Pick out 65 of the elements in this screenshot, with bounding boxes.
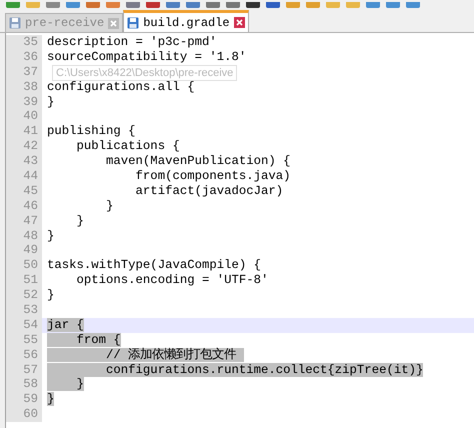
code-line: } (47, 94, 54, 109)
line-number: 43 (6, 154, 42, 170)
toolbar-icon[interactable] (226, 2, 240, 8)
code-line: } (47, 228, 54, 243)
code-line: tasks.withType(JavaCompile) { (47, 258, 262, 272)
toolbar-icon[interactable] (306, 2, 320, 8)
code-line: } (76, 214, 84, 228)
close-icon[interactable] (234, 17, 245, 28)
line-number: 56 (6, 348, 42, 363)
toolbar-icon[interactable] (86, 2, 100, 8)
toolbar-icon[interactable] (166, 2, 180, 8)
line-number: 45 (6, 184, 42, 199)
line-number: 49 (6, 243, 42, 258)
code-line: sourceCompatibility = '1.8' (47, 50, 246, 64)
toolbar-icon[interactable] (386, 2, 400, 8)
line-number: 60 (6, 407, 42, 422)
toolbar-icon[interactable] (126, 2, 140, 8)
line-number: 51 (6, 273, 42, 288)
line-number: 47 (6, 214, 42, 229)
code-line: configurations.all { (47, 80, 195, 94)
line-number: 37 (6, 64, 42, 80)
code-line: publishing { (47, 124, 136, 138)
line-number: 36 (6, 50, 42, 65)
toolbar-icon[interactable] (286, 2, 300, 8)
toolbar-icon[interactable] (266, 2, 280, 8)
toolbar-icon[interactable] (346, 2, 360, 8)
toolbar-icon[interactable] (206, 2, 220, 8)
path-tooltip: C:\Users\x8422\Desktop\pre-receive (52, 65, 238, 81)
toolbar-icon[interactable] (146, 2, 160, 8)
line-number: 39 (6, 94, 42, 110)
code-line: from(components.java) (134, 169, 291, 184)
toolbar-icon[interactable] (6, 2, 20, 8)
line-number: 55 (6, 332, 42, 348)
toolbar-icon[interactable] (106, 2, 120, 8)
code-line: artifact(javadocJar) (134, 184, 284, 198)
toolbar-icon[interactable] (46, 2, 60, 8)
line-number: 42 (6, 139, 42, 154)
line-number: 53 (6, 303, 42, 318)
code-line: } (105, 198, 114, 213)
line-number: 50 (6, 258, 42, 274)
toolbar-icon[interactable] (186, 2, 200, 8)
toolbar-icon[interactable] (246, 2, 260, 8)
line-number: 41 (6, 124, 42, 140)
code-line: description = 'p3c-pmd' (47, 35, 217, 49)
toolbar-icon[interactable] (326, 2, 340, 8)
line-number: 52 (6, 288, 42, 304)
line-number: 57 (6, 362, 42, 378)
line-number: 38 (6, 80, 42, 95)
code-line: } (47, 288, 54, 302)
toolbar-icon[interactable] (366, 2, 380, 8)
line-number: 58 (6, 377, 42, 392)
toolbar-icon[interactable] (26, 2, 40, 8)
line-number: 54 (6, 318, 42, 333)
line-number: 48 (6, 228, 42, 244)
code-line: options.encoding = 'UTF-8' (76, 273, 268, 288)
code-line: publications { (76, 139, 180, 154)
line-number: 59 (6, 392, 42, 408)
file-tab[interactable]: build.gradle (123, 10, 249, 32)
line-number: 44 (6, 169, 42, 184)
code-line: maven(MavenPublication) { (105, 154, 291, 168)
toolbar-icon[interactable] (406, 2, 420, 8)
toolbar-icon[interactable] (66, 2, 80, 8)
line-number: 35 (6, 35, 42, 50)
line-number: 40 (6, 109, 42, 124)
line-number: 46 (6, 198, 42, 214)
